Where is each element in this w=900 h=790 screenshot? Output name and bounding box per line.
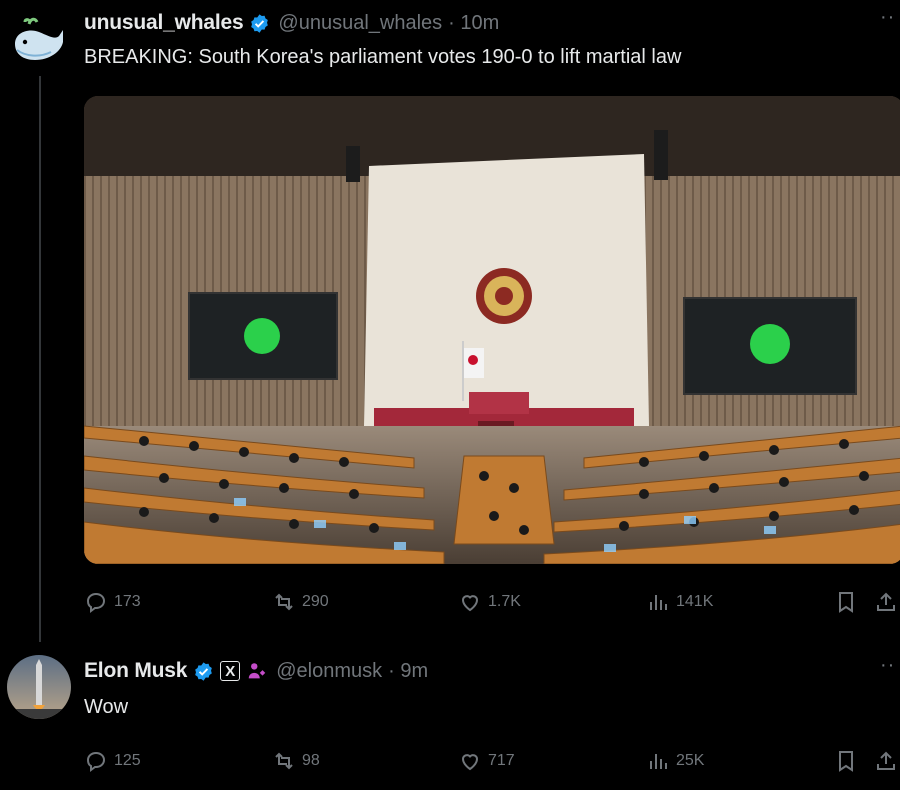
like-button[interactable]: 1.7K (458, 586, 521, 618)
views-button[interactable]: 25K (646, 745, 704, 777)
share-button[interactable] (874, 586, 900, 618)
verified-icon (251, 13, 269, 33)
avatar-unusual-whales[interactable] (5, 10, 69, 74)
reply-count: 173 (114, 593, 141, 610)
views-icon (646, 590, 676, 614)
verified-icon (195, 661, 213, 681)
whale-logo-icon (5, 10, 69, 74)
more-icon[interactable]: ·· (880, 654, 895, 677)
tweet-actions: 173 290 1.7K 141K (84, 586, 900, 618)
rocket-photo-icon (7, 655, 71, 719)
parliament-photo (84, 96, 900, 564)
thread-connector-line (39, 76, 41, 642)
bookmark-icon (834, 590, 864, 614)
reply-button[interactable]: 173 (84, 586, 141, 618)
avatar-elon-musk[interactable] (7, 655, 71, 719)
like-icon (458, 749, 488, 773)
username[interactable]: @unusual_whales (278, 12, 442, 35)
view-count: 141K (676, 593, 714, 610)
like-icon (458, 590, 488, 614)
more-icon[interactable]: ·· (880, 6, 895, 29)
timestamp[interactable]: · 10m (448, 12, 499, 35)
reply-count: 125 (114, 752, 141, 769)
repost-count: 98 (302, 752, 320, 769)
reply-button[interactable]: 125 (84, 745, 141, 777)
username[interactable]: @elonmusk (276, 660, 382, 683)
repost-button[interactable]: 98 (272, 745, 320, 777)
share-icon (874, 749, 900, 773)
tweet-header: unusual_whales @unusual_whales · 10m (84, 8, 499, 38)
tweet-text: BREAKING: South Korea's parliament votes… (84, 46, 682, 68)
like-count: 717 (488, 752, 515, 769)
reply-icon (84, 749, 114, 773)
repost-icon (272, 590, 302, 614)
views-button[interactable]: 141K (646, 586, 713, 618)
bookmark-icon (834, 749, 864, 773)
like-button[interactable]: 717 (458, 745, 515, 777)
display-name[interactable]: unusual_whales (84, 11, 244, 35)
repost-button[interactable]: 290 (272, 586, 329, 618)
reply-icon (84, 590, 114, 614)
tweet-image[interactable] (84, 96, 900, 564)
share-button[interactable] (874, 745, 900, 777)
repost-icon (272, 749, 302, 773)
display-name[interactable]: Elon Musk (84, 659, 187, 683)
x-affiliate-badge-icon[interactable]: X (220, 661, 241, 681)
repost-count: 290 (302, 593, 329, 610)
tweet-text: Wow (84, 696, 129, 718)
bookmark-button[interactable] (834, 586, 864, 618)
government-affiliate-icon (248, 663, 266, 679)
views-icon (646, 749, 676, 773)
bookmark-button[interactable] (834, 745, 864, 777)
tweet-actions: 125 98 717 25K (84, 745, 900, 777)
tweet-header: Elon Musk X @elonmusk · 9m (84, 656, 428, 686)
view-count: 25K (676, 752, 705, 769)
share-icon (874, 590, 900, 614)
like-count: 1.7K (488, 593, 521, 610)
timestamp[interactable]: · 9m (388, 660, 428, 683)
